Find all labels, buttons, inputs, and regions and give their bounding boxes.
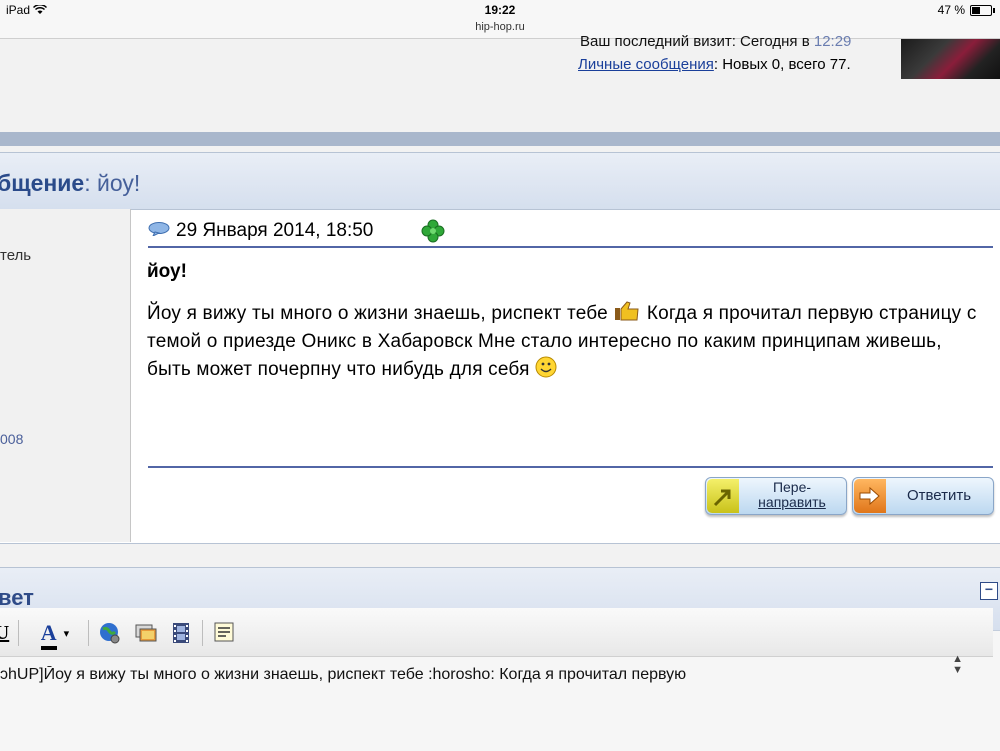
- post-date: 29 Января 2014, 18:50: [176, 220, 374, 241]
- battery-status: 47 %: [937, 3, 995, 17]
- chevron-down-icon: ▾: [63, 627, 70, 640]
- author-role: тель: [0, 247, 32, 264]
- image-icon: [135, 624, 157, 642]
- forward-label-line2: направить: [758, 494, 826, 510]
- last-visit-label: Ваш последний визит: Сегодня в: [580, 33, 810, 50]
- font-color-button[interactable]: A ▾: [30, 618, 80, 650]
- insert-quote-button[interactable]: [212, 618, 236, 648]
- font-color-icon: A: [40, 620, 57, 650]
- message-title-bar: бщение: йоу!: [0, 153, 1000, 210]
- toolbar-separator: [202, 620, 203, 646]
- post-body-text-1: Йоу я вижу ты много о жизни знаешь, рисп…: [147, 303, 614, 324]
- message-title-value: : йоу!: [84, 170, 141, 196]
- post-body: Йоу я вижу ты много о жизни знаешь, рисп…: [147, 300, 987, 384]
- author-column: тель 008: [0, 209, 131, 542]
- post-header: 29 Января 2014, 18:50: [148, 219, 993, 248]
- insert-link-button[interactable]: [98, 618, 122, 648]
- reply-button-label: Ответить: [906, 487, 972, 504]
- speech-bubble-icon: [148, 222, 170, 236]
- clock: 19:22: [484, 3, 516, 17]
- collapse-button[interactable]: −: [980, 582, 998, 600]
- header-divider: [0, 132, 1000, 146]
- reply-panel: вет − U A ▾ ▲ ▼ ɔhUP]Йоу я вижу ты много …: [0, 567, 1000, 751]
- clover-icon[interactable]: [421, 219, 445, 243]
- private-messages-link[interactable]: Личные сообщения: [578, 56, 714, 73]
- post-footer-divider: [148, 466, 993, 468]
- reply-arrow-icon: [854, 479, 886, 513]
- message-title: бщение: йоу!: [0, 170, 140, 197]
- user-avatar[interactable]: [901, 39, 1000, 79]
- author-registration-year: 008: [0, 431, 24, 447]
- reply-button[interactable]: Ответить: [852, 477, 994, 515]
- message-panel: бщение: йоу! тель 008 29 Января 2014, 18…: [0, 152, 1000, 544]
- forward-label-line1: Пере-: [772, 479, 812, 495]
- battery-percent: 47 %: [937, 3, 965, 17]
- film-icon: [173, 623, 189, 643]
- private-messages-info: Личные сообщения: Новых 0, всего 77.: [578, 56, 851, 73]
- forward-button[interactable]: Пере-направить: [705, 477, 847, 515]
- insert-video-button[interactable]: [169, 618, 193, 648]
- battery-icon: [970, 4, 995, 16]
- insert-image-button[interactable]: [134, 618, 158, 648]
- font-color-letter: A: [40, 620, 57, 645]
- last-visit-time: 12:29: [813, 33, 852, 50]
- private-messages-counts: : Новых 0, всего 77.: [713, 56, 851, 73]
- url-label[interactable]: hip-hop.ru: [0, 21, 1000, 33]
- message-title-label: бщение: [0, 170, 85, 196]
- reply-textarea[interactable]: ɔhUP]Йоу я вижу ты много о жизни знаешь,…: [0, 666, 993, 684]
- page-header: Ваш последний визит: Сегодня в 12:29 Лич…: [0, 33, 1000, 132]
- editor-toolbar: U A ▾ ▲ ▼: [0, 608, 993, 676]
- thumbs-up-emoticon-icon: [615, 301, 639, 321]
- toolbar-separator: [18, 620, 19, 646]
- globe-link-icon: [100, 623, 120, 644]
- forward-arrow-icon: [707, 479, 739, 513]
- smile-emoticon-icon: [535, 356, 557, 378]
- underline-button[interactable]: U: [0, 618, 10, 648]
- forward-button-label: Пере-направить: [744, 480, 840, 510]
- post-subject: йоу!: [147, 261, 187, 282]
- last-visit-info: Ваш последний визит: Сегодня в 12:29: [580, 33, 851, 50]
- quote-icon: [214, 622, 234, 642]
- toolbar-separator: [88, 620, 89, 646]
